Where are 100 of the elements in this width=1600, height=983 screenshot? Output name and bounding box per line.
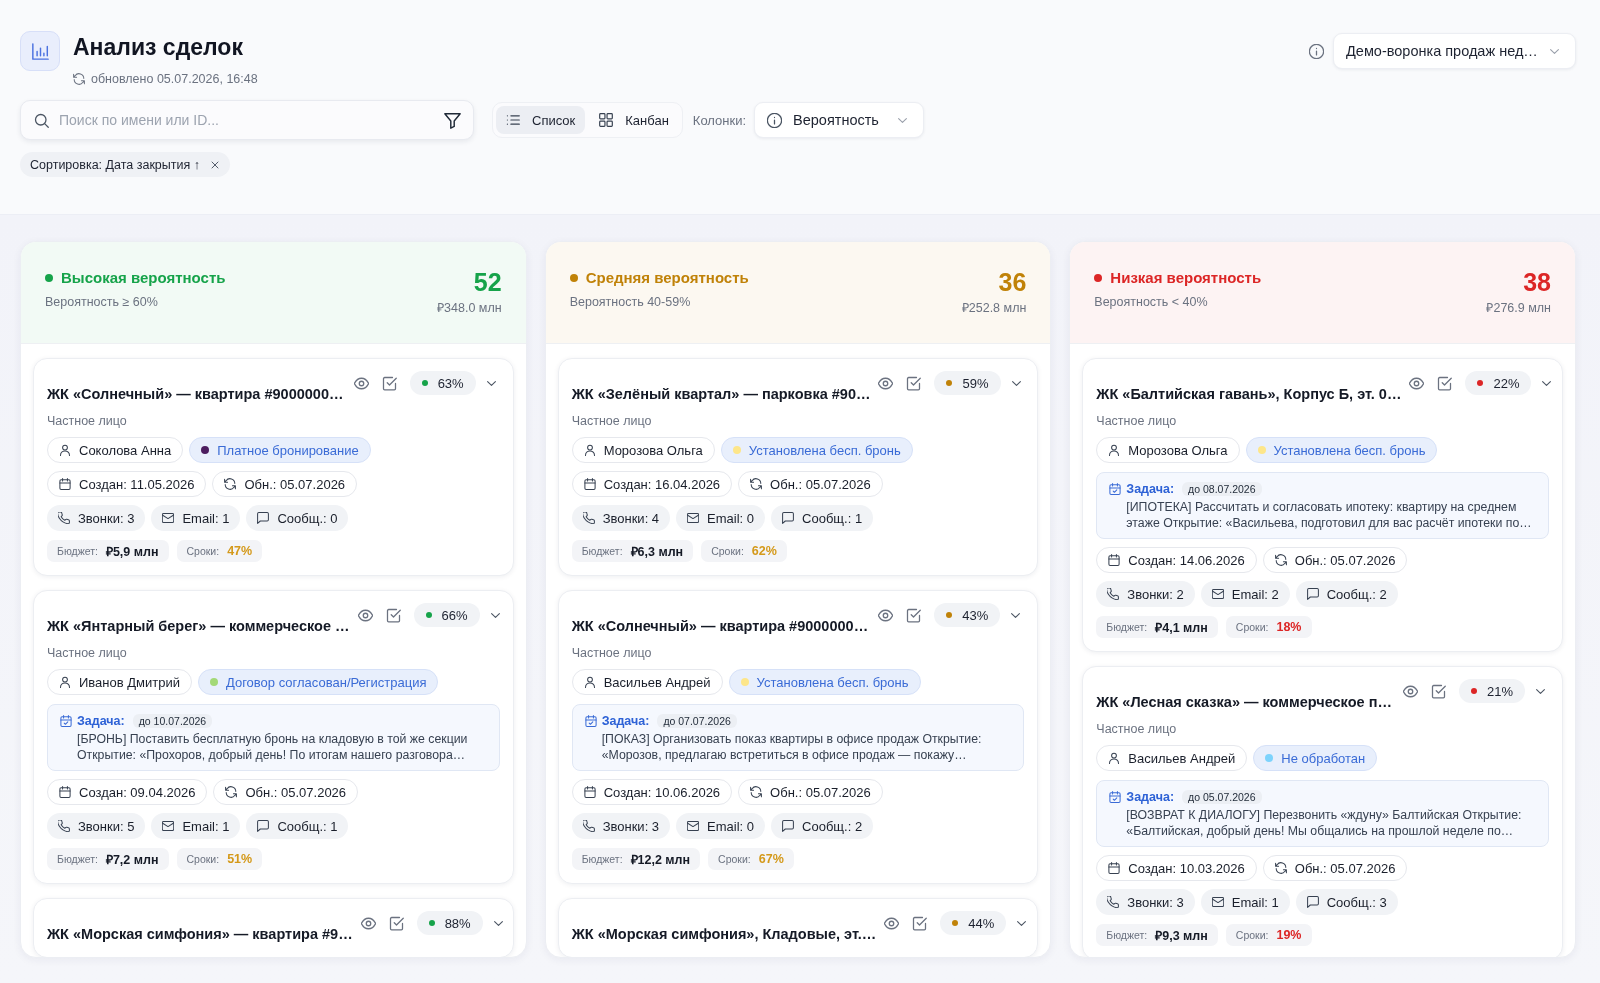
messages-count: Сообщ.: 1 [802,510,863,526]
budget-value: ₽9,3 млн [1155,927,1208,944]
deal-card[interactable]: ЖК «Солнечный» — квартира #9000000… 63% Частное лицо Соколова Анна Платное бронирование Создан: 11.05.2026 Обн.: 05.07.2026 Звонки: 3 Email: 1 Сообщ.: 0 Бюджет: ₽5,9 млн Сроки: 47% [33,358,514,576]
chat-icon [257,820,270,832]
phone-icon [582,512,595,524]
checkbox-icon[interactable] [388,915,404,931]
phone-icon [582,820,595,832]
calendar-icon [583,478,596,490]
calendar-icon [59,786,71,798]
eye-icon[interactable] [1409,375,1425,391]
probability-value: 44% [968,915,995,931]
checkbox-icon[interactable] [912,915,928,931]
view-tab[interactable]: Канбан [589,106,679,134]
updated-date: Обн.: 05.07.2026 [245,784,347,800]
task-label: Задача: [1126,790,1175,804]
task-text: [ВОЗВРАТ К ДИАЛОГУ] Перезвонить «ждуну» Балтийская Открытие: [1126,807,1522,823]
refresh-icon [1274,554,1287,566]
eye-icon[interactable] [1402,683,1418,699]
checkbox-icon[interactable] [1430,683,1446,699]
budget-label: Бюджет: [581,545,623,557]
assignee-name: Морозова Ольга [1128,442,1228,458]
deal-card[interactable]: ЖК «Зелёный квартал» — парковка #90… 59% Частное лицо Морозова Ольга Установлена бесп. бронь Создан: 16.04.2026 Обн.: 05.07.2026 Звонки: 4 Email: 0 Сообщ.: 1 Бюджет: ₽6,3 млн Сроки: 62% [557,358,1039,576]
person-icon [59,444,71,456]
budget-label: Бюджет: [57,545,98,557]
mail-icon [162,820,175,832]
checkbox-icon[interactable] [906,607,922,623]
task-label: Задача: [601,714,650,728]
budget-label: Бюджет: [1106,929,1148,941]
deal-card[interactable]: ЖК «Морская симфония» — квартира #9… 88% [33,898,514,957]
deal-card[interactable] [1082,666,1563,957]
deal-card[interactable] [1082,358,1563,652]
deal-title: ЖК «Морская симфония», Кладовые, эт.… [571,925,877,944]
assignee-name: Морозова Ольга [603,442,703,458]
grid-icon [599,113,614,127]
deadline-label: Сроки: [1235,929,1269,941]
refresh-icon [1274,862,1287,874]
calls-count: Звонки: 3 [78,510,135,526]
deal-sum: ₽348.0 млн [437,300,502,316]
columns-select[interactable]: Вероятность [754,102,925,138]
mail-icon [1211,896,1224,908]
calendar-icon [1108,862,1121,874]
search-field[interactable]: Поиск по имени или ID... [20,100,474,140]
probability-value: 22% [1493,375,1520,391]
messages-count: Сообщ.: 2 [1326,586,1387,602]
eye-icon[interactable] [353,375,369,391]
phone-icon [58,512,70,524]
filter-icon[interactable] [444,111,461,129]
emails-count: Email: 0 [707,818,755,834]
checkbox-icon[interactable] [1437,375,1453,391]
stage-label: Установлена бесп. бронь [756,674,909,690]
refresh-icon [73,73,85,85]
deal-card[interactable]: ЖК «Морская симфония», Кладовые, эт.… 44% [557,898,1039,957]
calls-count: Звонки: 2 [1127,586,1184,602]
task-text: «Балтийская, добрый день! Мы общались на прошлой неделе по… [1126,823,1514,839]
checkbox-icon[interactable] [906,375,922,391]
budget-value: ₽7,2 млн [105,851,159,868]
messages-count: Сообщ.: 2 [802,818,863,834]
info-icon[interactable] [1309,43,1324,59]
column-subtitle: Вероятность 40-59% [569,294,692,310]
budget-label: Бюджет: [1106,621,1148,633]
phone-icon [1107,588,1120,600]
close-icon[interactable] [210,159,220,170]
chat-icon [1306,896,1319,908]
deadline-label: Сроки: [1235,621,1269,633]
updated-date: Обн.: 05.07.2026 [1294,860,1396,876]
checkbox-icon[interactable] [385,607,401,623]
deadline-label: Сроки: [718,853,751,865]
eye-icon[interactable] [878,375,894,391]
budget-value: ₽12,2 млн [630,851,691,868]
eye-icon[interactable] [357,607,373,623]
view-tab[interactable]: Список [496,106,586,134]
stage-label: Установлена бесп. бронь [1273,442,1426,458]
deal-card[interactable] [33,590,514,884]
task-text: [БРОНЬ] Поставить бесплатную бронь на кладовую в той же секции [77,731,468,747]
client-type: Частное лицо [1096,413,1177,429]
calls-count: Звонки: 5 [78,818,135,834]
eye-icon[interactable] [884,915,900,931]
mail-icon [1211,588,1224,600]
eye-icon[interactable] [878,607,894,623]
person-icon [1108,752,1121,764]
calendar-check-icon [60,715,72,727]
search-input[interactable]: Поиск по имени или ID... [59,112,434,128]
checkbox-icon[interactable] [381,375,397,391]
deadline-value: 67% [758,852,784,866]
bar-chart-icon [20,31,60,71]
stage-label: Платное бронирование [217,442,359,458]
funnel-select[interactable]: Демо-воронка продаж нед… [1333,33,1576,69]
updated-date: Обн.: 05.07.2026 [244,476,346,492]
stage-label: Установлена бесп. бронь [748,442,901,458]
deal-card[interactable] [557,590,1039,884]
probability-value: 66% [441,607,468,623]
info-icon [767,112,783,128]
refresh-icon [224,478,237,490]
person-icon [1108,444,1121,456]
eye-icon[interactable] [360,915,376,931]
updated-date: Обн.: 05.07.2026 [1294,552,1396,568]
refresh-icon [750,478,763,490]
task-due-date: до 05.07.2026 [1182,790,1262,804]
updated-time: обновлено 05.07.2026, 16:48 [91,71,258,87]
stage-label: Договор согласован/Регистрация [226,674,427,690]
